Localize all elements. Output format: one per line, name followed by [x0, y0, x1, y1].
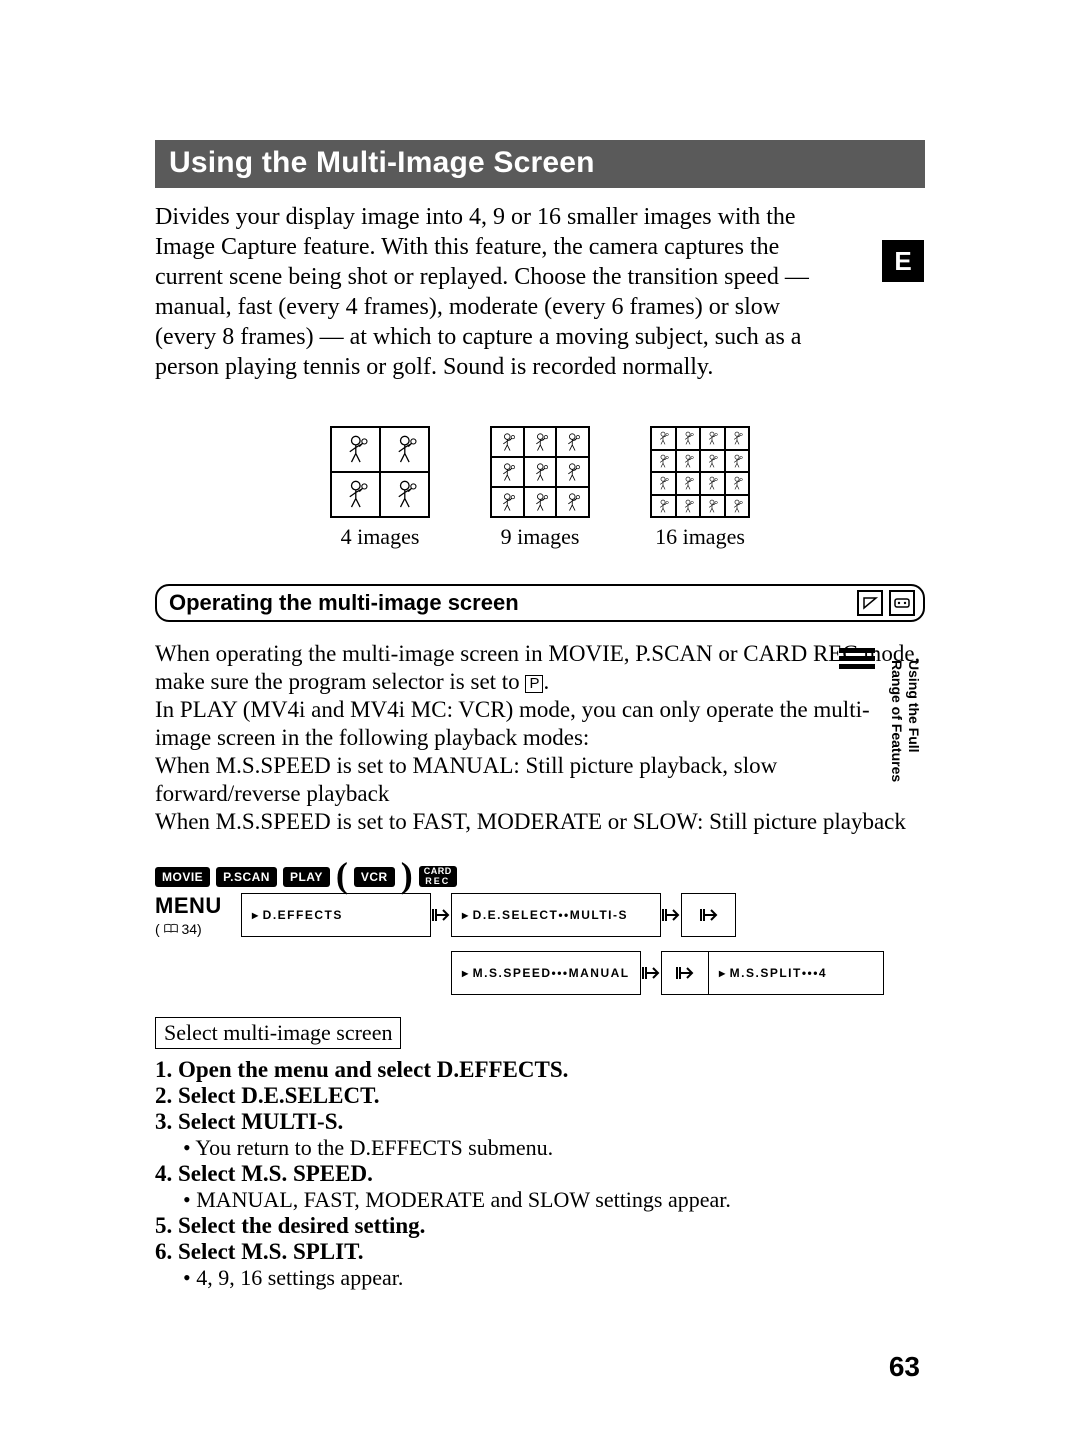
- mode-card-rec-badge: CARD REC: [419, 866, 457, 887]
- page-number: 63: [889, 1351, 920, 1383]
- step-1: 1. Open the menu and select D.EFFECTS.: [155, 1057, 925, 1083]
- grid-16-caption: 16 images: [650, 524, 750, 550]
- grid-4-caption: 4 images: [330, 524, 430, 550]
- movie-mode-icon: [857, 590, 883, 616]
- program-selector-symbol: P: [525, 675, 543, 693]
- intro-paragraph: Divides your display image into 4, 9 or …: [155, 202, 835, 382]
- operating-section-header: Operating the multi-image screen: [155, 584, 925, 622]
- body-p1b: .: [543, 669, 549, 694]
- mode-play-badge: PLAY: [283, 867, 330, 887]
- side-bars-decoration: [839, 648, 875, 669]
- step-4: 4. Select M.S. SPEED.: [155, 1161, 925, 1187]
- step-3: 3. Select MULTI-S.: [155, 1109, 925, 1135]
- card-top: CARD: [424, 867, 452, 876]
- menu-label: MENU: [155, 893, 241, 919]
- mode-vcr-badge: VCR: [354, 867, 395, 887]
- grid-4-preview: [330, 426, 430, 518]
- flow-arrow-icon: [641, 963, 661, 983]
- instruction-steps: 1. Open the menu and select D.EFFECTS. 2…: [155, 1057, 925, 1291]
- mode-movie-badge: MOVIE: [155, 867, 210, 887]
- body-p3: When M.S.SPEED is set to MANUAL: Still p…: [155, 753, 777, 806]
- grid-9-preview: [490, 426, 590, 518]
- book-icon: [164, 923, 178, 934]
- step-6-bullet: • 4, 9, 16 settings appear.: [183, 1265, 925, 1291]
- select-multi-image-label: Select multi-image screen: [155, 1017, 401, 1049]
- step-2: 2. Select D.E.SELECT.: [155, 1083, 925, 1109]
- menu-step-mssplit: M.S.SPLIT•••4: [709, 951, 884, 995]
- flow-arrow-icon: [431, 905, 451, 925]
- menu-page-ref: ( 34): [155, 921, 241, 937]
- grid-examples: 4 images 9 images 16 images: [155, 426, 925, 550]
- operating-section-title: Operating the multi-image screen: [169, 590, 519, 616]
- menu-step-msspeed: M.S.SPEED•••MANUAL: [451, 951, 641, 995]
- menu-step-deffects: D.EFFECTS: [241, 893, 431, 937]
- mode-pscan-badge: P.SCAN: [216, 867, 277, 887]
- menu-step-deselect: D.E.SELECT••MULTI-S: [451, 893, 661, 937]
- step-4-bullet: • MANUAL, FAST, MODERATE and SLOW settin…: [183, 1187, 925, 1213]
- body-p2: In PLAY (MV4i and MV4i MC: VCR) mode, yo…: [155, 697, 870, 750]
- mode-badges-row: MOVIE P.SCAN PLAY ( VCR ) CARD REC: [155, 866, 925, 887]
- page-title: Using the Multi-Image Screen: [169, 146, 595, 179]
- side-tab-label: Using the Full Range of Features: [888, 660, 922, 782]
- step-3-bullet: • You return to the D.EFFECTS submenu.: [183, 1135, 925, 1161]
- language-badge: E: [882, 240, 924, 282]
- operating-body: When operating the multi-image screen in…: [155, 640, 925, 836]
- step-6: 6. Select M.S. SPLIT.: [155, 1239, 925, 1265]
- card-bottom: REC: [424, 877, 452, 886]
- menu-step-return2: [661, 951, 709, 995]
- body-p4: When M.S.SPEED is set to FAST, MODERATE …: [155, 809, 906, 834]
- step-5: 5. Select the desired setting.: [155, 1213, 925, 1239]
- grid-9-caption: 9 images: [490, 524, 590, 550]
- tape-mode-icon: [889, 590, 915, 616]
- flow-arrow-icon: [661, 905, 681, 925]
- menu-step-return: [681, 893, 736, 937]
- grid-16-preview: [650, 426, 750, 518]
- page-title-bar: Using the Multi-Image Screen: [155, 140, 925, 188]
